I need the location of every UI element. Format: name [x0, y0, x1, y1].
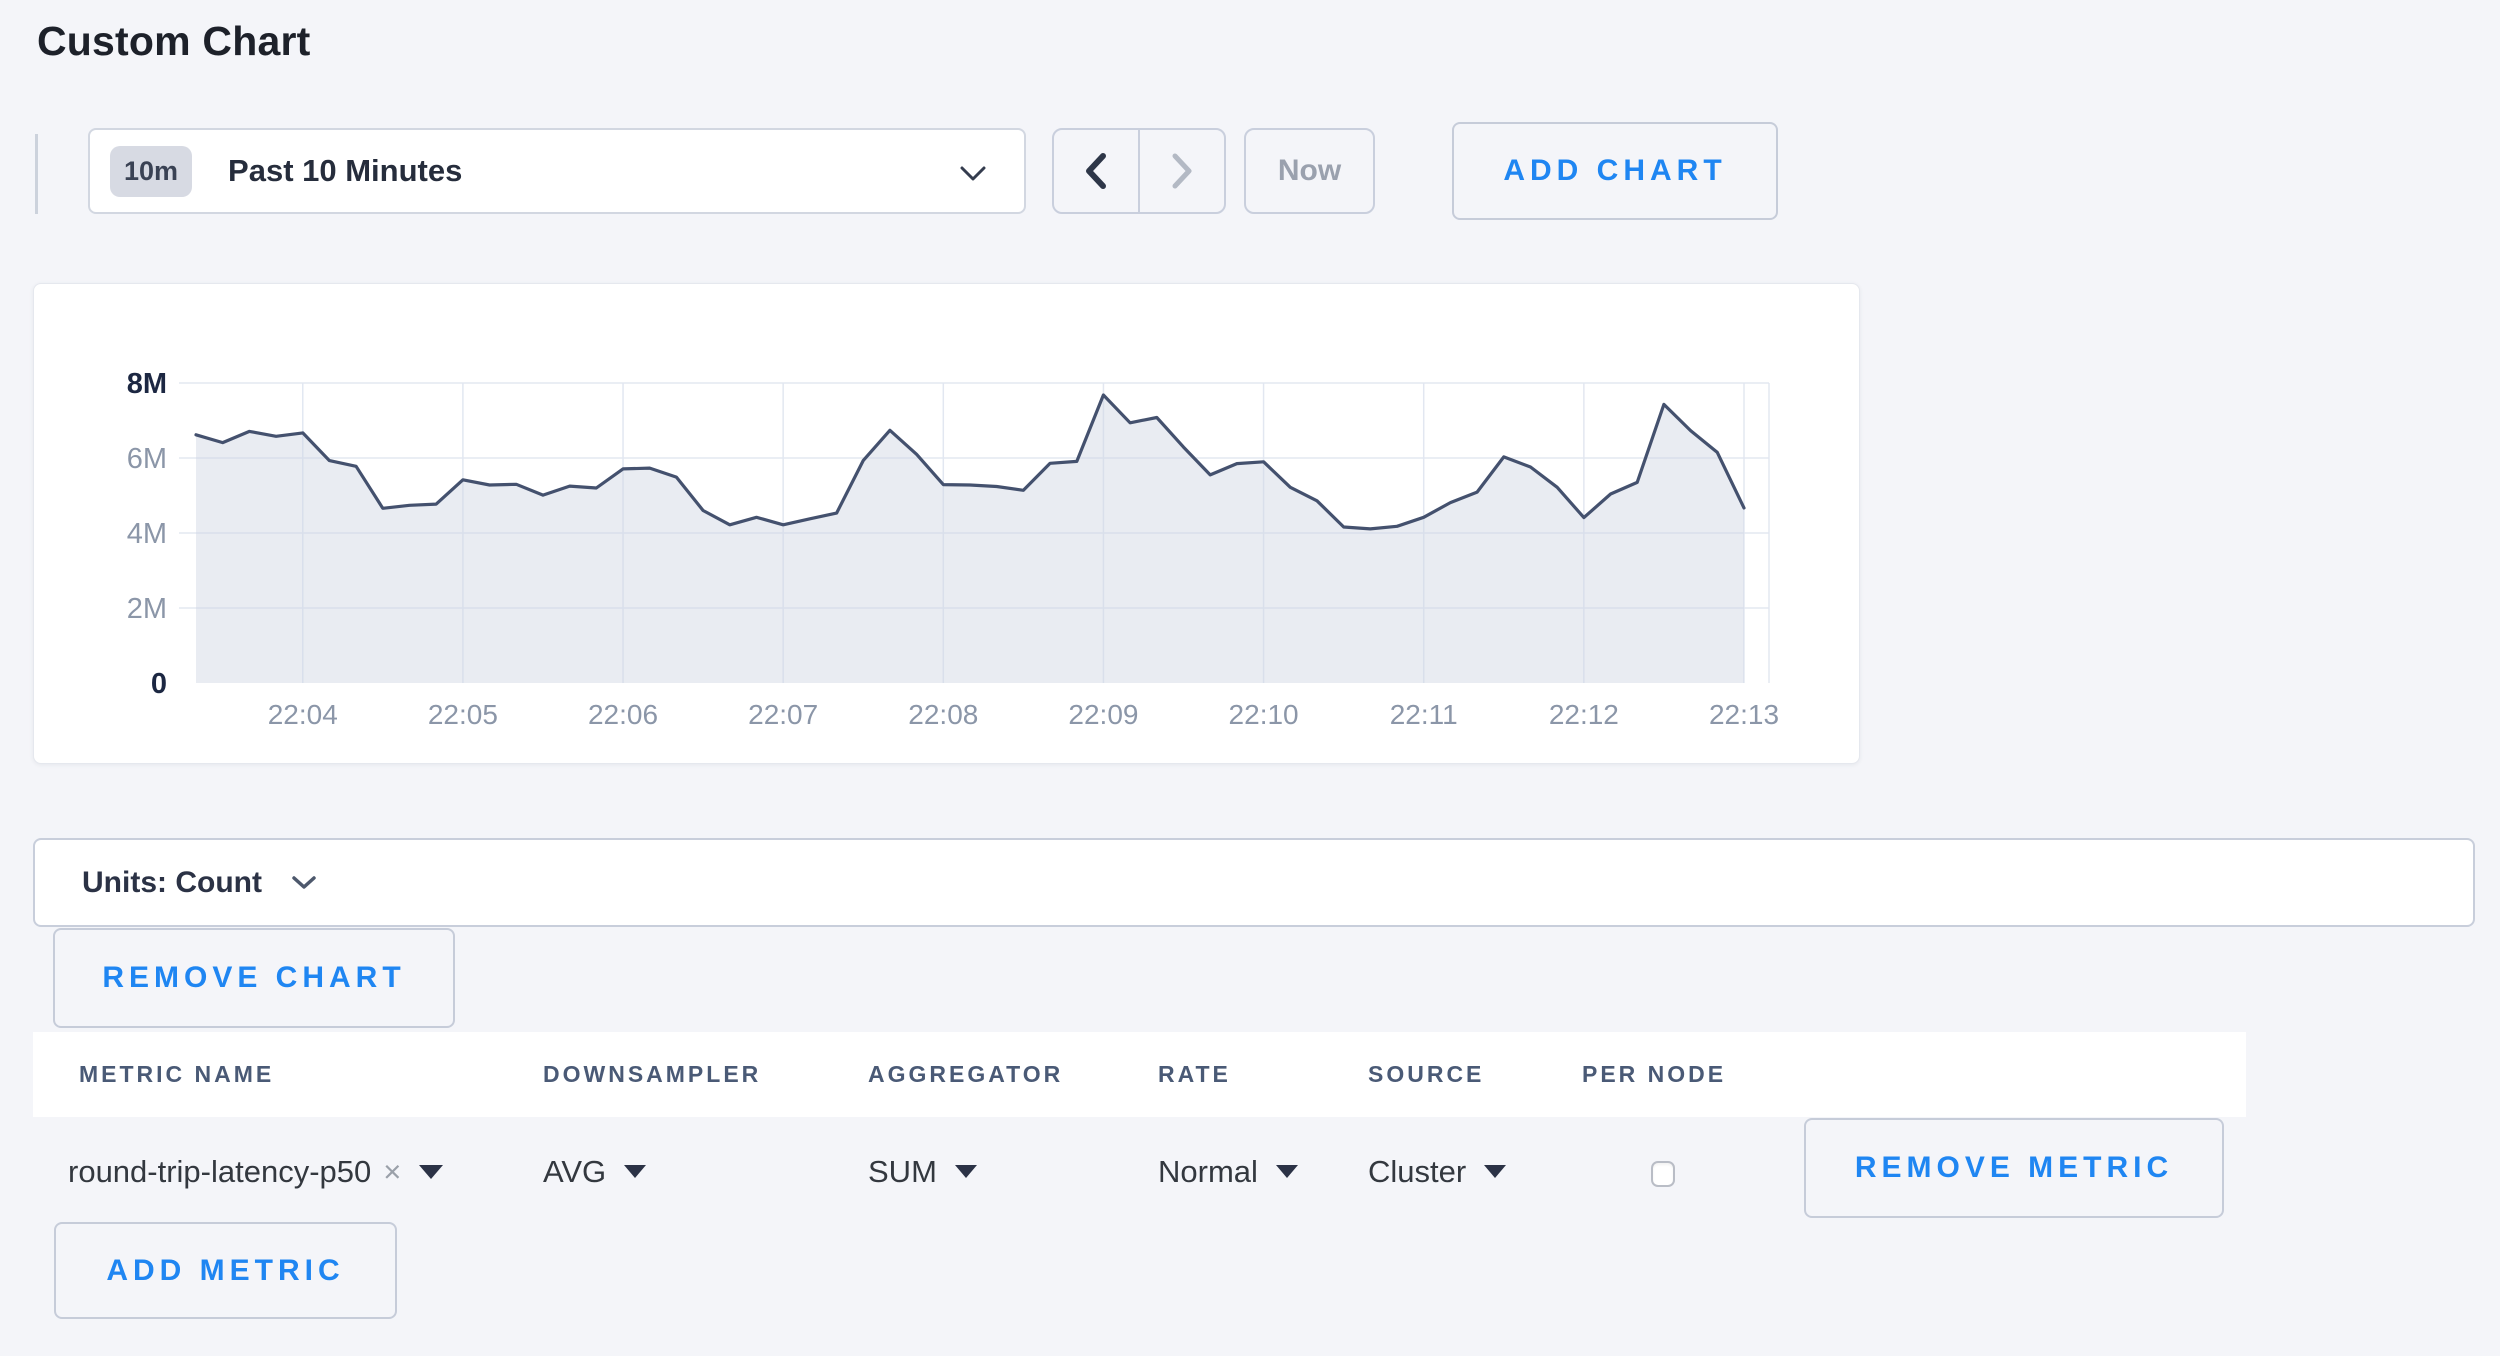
remove-metric-button[interactable]: REMOVE METRIC — [1804, 1118, 2224, 1218]
svg-text:22:10: 22:10 — [1229, 699, 1299, 730]
svg-text:22:09: 22:09 — [1068, 699, 1138, 730]
svg-text:8M: 8M — [127, 368, 167, 400]
col-header-metric-name: METRIC NAME — [79, 1032, 274, 1117]
time-range-dropdown[interactable]: 10m Past 10 Minutes — [88, 128, 1026, 214]
svg-text:22:06: 22:06 — [588, 699, 658, 730]
svg-text:22:05: 22:05 — [428, 699, 498, 730]
chevron-down-icon — [960, 166, 986, 187]
svg-text:22:13: 22:13 — [1709, 699, 1779, 730]
units-dropdown[interactable]: Units: Count — [33, 838, 2475, 927]
svg-text:2M: 2M — [127, 593, 167, 625]
aggregator-value: SUM — [868, 1154, 937, 1190]
metric-name-dropdown[interactable]: round-trip-latency-p50 × — [68, 1146, 443, 1198]
svg-text:0: 0 — [151, 668, 167, 700]
time-range-label: Past 10 Minutes — [228, 153, 462, 189]
svg-text:22:11: 22:11 — [1390, 699, 1458, 730]
downsampler-value: AVG — [543, 1154, 606, 1190]
prev-time-button[interactable] — [1054, 130, 1140, 212]
rate-dropdown[interactable]: Normal — [1158, 1146, 1298, 1198]
section-divider — [35, 134, 38, 214]
add-metric-label: ADD METRIC — [106, 1254, 344, 1288]
metrics-table-header: METRIC NAME DOWNSAMPLER AGGREGATOR RATE … — [33, 1032, 2246, 1117]
chart-card: 8M 6M 4M 2M 0 22:04 22:05 22:06 22:07 22:08 22:09 2… — [33, 283, 1860, 764]
source-dropdown[interactable]: Cluster — [1368, 1146, 1506, 1198]
svg-text:22:07: 22:07 — [748, 699, 818, 730]
svg-text:6M: 6M — [127, 443, 167, 475]
remove-chart-label: REMOVE CHART — [102, 961, 405, 995]
svg-text:4M: 4M — [127, 518, 167, 550]
time-range-badge: 10m — [110, 146, 192, 197]
caret-down-icon — [955, 1165, 977, 1183]
col-header-source: SOURCE — [1368, 1032, 1484, 1117]
chevron-left-icon — [1084, 153, 1108, 189]
svg-text:22:08: 22:08 — [908, 699, 978, 730]
page-title: Custom Chart — [37, 18, 310, 65]
time-step-group — [1052, 128, 1226, 214]
remove-chart-button[interactable]: REMOVE CHART — [53, 928, 455, 1028]
caret-down-icon — [419, 1165, 443, 1184]
caret-down-icon — [624, 1165, 646, 1183]
col-header-downsampler: DOWNSAMPLER — [543, 1032, 761, 1117]
add-chart-button[interactable]: ADD CHART — [1452, 122, 1778, 220]
rate-value: Normal — [1158, 1154, 1258, 1190]
col-header-per-node: PER NODE — [1582, 1032, 1726, 1117]
svg-text:22:04: 22:04 — [268, 699, 338, 730]
chevron-right-icon — [1170, 153, 1194, 189]
col-header-rate: RATE — [1158, 1032, 1231, 1117]
chevron-down-icon — [292, 876, 316, 895]
svg-text:22:12: 22:12 — [1549, 699, 1619, 730]
now-button[interactable]: Now — [1244, 128, 1375, 214]
custom-timeseries-chart[interactable]: 8M 6M 4M 2M 0 22:04 22:05 22:06 22:07 22:08 22:09 2… — [34, 284, 1859, 763]
units-label: Units: Count — [82, 866, 262, 900]
aggregator-dropdown[interactable]: SUM — [868, 1146, 977, 1198]
add-metric-button[interactable]: ADD METRIC — [54, 1222, 397, 1319]
remove-metric-label: REMOVE METRIC — [1855, 1151, 2173, 1185]
caret-down-icon — [1276, 1165, 1298, 1183]
source-value: Cluster — [1368, 1154, 1466, 1190]
now-button-label: Now — [1278, 154, 1341, 188]
next-time-button[interactable] — [1140, 130, 1224, 212]
downsampler-dropdown[interactable]: AVG — [543, 1146, 646, 1198]
caret-down-icon — [1484, 1165, 1506, 1183]
metric-name-value: round-trip-latency-p50 — [68, 1154, 371, 1190]
per-node-checkbox[interactable] — [1651, 1161, 1675, 1187]
add-chart-label: ADD CHART — [1503, 154, 1726, 188]
clear-metric-icon[interactable]: × — [383, 1154, 401, 1190]
col-header-aggregator: AGGREGATOR — [868, 1032, 1063, 1117]
